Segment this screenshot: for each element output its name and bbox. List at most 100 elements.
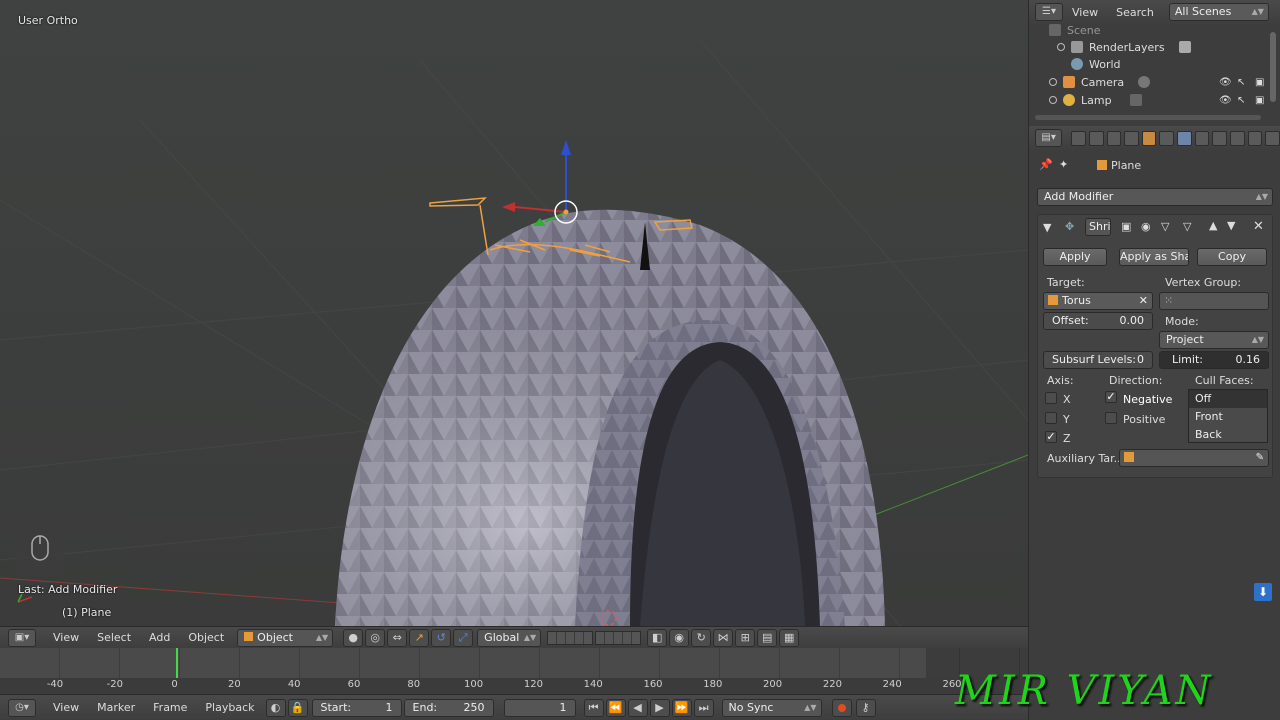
- outliner-hscrollbar[interactable]: [1035, 115, 1261, 120]
- timeline-editor[interactable]: -40 -20 0 20 40 60 80 100 120 140 160 180 200 220 240 2…: [0, 648, 1028, 694]
- render-animation-icon[interactable]: ▦: [779, 628, 800, 647]
- render-context-icon[interactable]: [1071, 130, 1086, 146]
- particles-context-icon[interactable]: [1247, 130, 1263, 146]
- outliner-item-camera[interactable]: Camera 👁 ↖ ▣: [1049, 73, 1280, 91]
- snap-element-icon[interactable]: ⋈: [713, 628, 734, 647]
- expand-icon[interactable]: [1049, 96, 1057, 104]
- menu-view[interactable]: View: [44, 631, 88, 644]
- mode-select[interactable]: Project ▲▼: [1159, 331, 1269, 349]
- start-frame-field[interactable]: Start: 1: [311, 698, 402, 717]
- eyedropper-icon[interactable]: ✎: [1256, 450, 1264, 466]
- axis-z-checkbox[interactable]: ✓: [1045, 431, 1057, 443]
- transform-orientation-select[interactable]: Global ▲▼: [477, 628, 542, 647]
- outliner-editor[interactable]: ☰▾ View Search All Scenes ▲▼ Scene Rende…: [1028, 0, 1280, 126]
- menu-playback[interactable]: Playback: [196, 701, 263, 714]
- render-toggle-icon[interactable]: ▣: [1255, 95, 1264, 106]
- cull-option-off[interactable]: Off: [1189, 390, 1267, 408]
- snap-toggle-icon[interactable]: ↻: [691, 628, 712, 647]
- eye-icon[interactable]: ◉: [1141, 220, 1151, 233]
- lock-icon[interactable]: 🔒: [287, 698, 308, 717]
- play-reverse-icon[interactable]: ◀: [627, 698, 648, 717]
- mode-select[interactable]: Object Mode ▲▼: [237, 628, 334, 660]
- axis-y-checkbox[interactable]: [1045, 412, 1057, 424]
- record-keyframe-button[interactable]: [831, 698, 852, 717]
- editmode-toggle-icon[interactable]: ▽: [1161, 220, 1169, 233]
- jump-keyframe-forward-icon[interactable]: ⏩: [671, 698, 692, 717]
- jump-end-icon[interactable]: ⏭: [693, 698, 714, 717]
- axis-x-checkbox[interactable]: [1045, 392, 1057, 404]
- keying-set-icon[interactable]: ⚷: [855, 698, 876, 717]
- world-context-icon[interactable]: [1124, 130, 1139, 146]
- play-icon[interactable]: ▶: [649, 698, 670, 717]
- jump-keyframe-back-icon[interactable]: ⏪: [605, 698, 626, 717]
- outliner-scrollbar[interactable]: [1270, 32, 1276, 102]
- eye-icon[interactable]: 👁: [1219, 77, 1232, 88]
- current-frame-field[interactable]: 1: [503, 698, 576, 717]
- cage-toggle-icon[interactable]: ▽: [1183, 220, 1191, 233]
- cursor-select-icon[interactable]: ↖: [1237, 95, 1245, 106]
- apply-as-shape-button[interactable]: Apply as Sha...: [1119, 248, 1189, 266]
- manipulator-toggle-button[interactable]: ⇔: [387, 628, 408, 647]
- render-toggle-icon[interactable]: ▣: [1255, 77, 1264, 88]
- copy-button[interactable]: Copy: [1197, 248, 1267, 266]
- outliner-item-scene[interactable]: Scene: [1049, 24, 1280, 36]
- rotate-manipulator-icon[interactable]: ↺: [431, 628, 452, 647]
- apply-button[interactable]: Apply: [1043, 248, 1107, 266]
- snap-target-icon[interactable]: ⊞: [735, 628, 756, 647]
- menu-view[interactable]: View: [1063, 6, 1107, 19]
- data-context-icon[interactable]: [1194, 130, 1210, 146]
- menu-add[interactable]: Add: [140, 631, 179, 644]
- menu-object[interactable]: Object: [179, 631, 233, 644]
- collapse-icon[interactable]: ▼: [1043, 221, 1051, 234]
- timeline-track[interactable]: [0, 648, 1028, 678]
- jump-start-icon[interactable]: ⏮: [583, 698, 604, 717]
- modifiers-context-icon[interactable]: [1177, 130, 1192, 146]
- cull-option-front[interactable]: Front: [1189, 408, 1267, 426]
- eye-icon[interactable]: 👁: [1219, 95, 1232, 106]
- display-mode-select[interactable]: All Scenes ▲▼: [1168, 3, 1269, 21]
- modifier-name-field[interactable]: Shri: [1085, 218, 1111, 236]
- pivot-point-button[interactable]: ◎: [365, 628, 386, 647]
- move-down-icon[interactable]: ▼: [1227, 219, 1235, 232]
- pin-icon[interactable]: 📌: [1039, 158, 1053, 171]
- menu-select[interactable]: Select: [88, 631, 140, 644]
- menu-search[interactable]: Search: [1107, 6, 1163, 19]
- menu-marker[interactable]: Marker: [88, 701, 144, 714]
- end-frame-field[interactable]: End: 250: [403, 698, 494, 717]
- cull-option-back[interactable]: Back: [1189, 426, 1267, 444]
- clear-target-icon[interactable]: ✕: [1139, 293, 1148, 309]
- move-up-icon[interactable]: ▲: [1209, 219, 1217, 232]
- proportional-edit-icon[interactable]: ◉: [669, 628, 690, 647]
- auxiliary-target-field[interactable]: ✎: [1119, 449, 1269, 467]
- use-preview-range-icon[interactable]: ◐: [265, 698, 286, 717]
- menu-view[interactable]: View: [44, 701, 88, 714]
- cursor-select-icon[interactable]: ↖: [1237, 77, 1245, 88]
- render-toggle-icon[interactable]: ▣: [1121, 220, 1131, 233]
- physics-context-icon[interactable]: [1265, 130, 1280, 146]
- object-context-icon[interactable]: [1141, 130, 1157, 146]
- close-icon[interactable]: ✕: [1253, 219, 1264, 234]
- scene-context-icon[interactable]: [1106, 130, 1122, 146]
- texture-context-icon[interactable]: [1230, 130, 1245, 146]
- layers-grid[interactable]: [547, 630, 594, 645]
- outliner-item-lamp[interactable]: Lamp 👁 ↖ ▣: [1049, 91, 1280, 109]
- subsurf-levels-field[interactable]: Subsurf Levels: 0: [1043, 351, 1153, 369]
- negative-checkbox[interactable]: ✓: [1105, 391, 1117, 403]
- editor-type-button[interactable]: ☰▾: [1035, 3, 1063, 21]
- editor-type-button[interactable]: ▤▾: [1035, 129, 1063, 147]
- outliner-item-renderlayers[interactable]: RenderLayers: [1057, 38, 1280, 56]
- scale-manipulator-icon[interactable]: ⤢: [453, 628, 474, 647]
- render-opengl-icon[interactable]: ▤: [757, 628, 778, 647]
- viewport-shading-button[interactable]: ●: [343, 628, 364, 647]
- vertex-group-field[interactable]: ⁙: [1159, 292, 1269, 310]
- constraints-context-icon[interactable]: [1159, 130, 1175, 146]
- layer-lock-icon[interactable]: ◧: [647, 628, 668, 647]
- material-context-icon[interactable]: [1212, 130, 1228, 146]
- editor-type-button[interactable]: ▣▾: [8, 628, 36, 647]
- timeline-ruler[interactable]: -40 -20 0 20 40 60 80 100 120 140 160 180 200 220 240 2…: [0, 678, 1028, 694]
- render-layers-context-icon[interactable]: [1088, 130, 1104, 146]
- translate-manipulator-icon[interactable]: ↗: [409, 628, 430, 647]
- positive-checkbox[interactable]: [1105, 412, 1117, 424]
- target-field[interactable]: Torus ✕: [1043, 292, 1153, 310]
- layers-grid-2[interactable]: [595, 630, 642, 645]
